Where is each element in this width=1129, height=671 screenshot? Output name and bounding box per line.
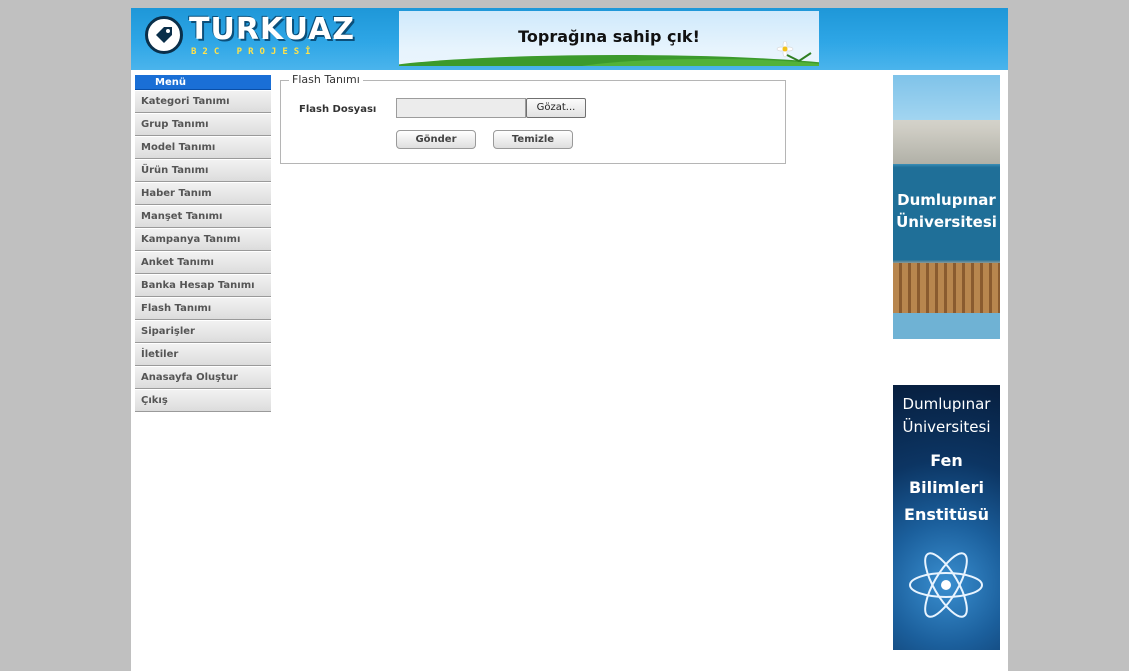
menu-item-anasayfa[interactable]: Anasayfa Oluştur <box>135 366 271 389</box>
menu-item-urun[interactable]: Ürün Tanımı <box>135 159 271 182</box>
menu-item-grup[interactable]: Grup Tanımı <box>135 113 271 136</box>
form-legend: Flash Tanımı <box>289 73 363 86</box>
site-logo[interactable]: TURKUAZ B2C PROJESİ <box>145 12 354 64</box>
institute-ad-line-2: Üniversitesi <box>902 418 991 436</box>
menu-item-banka-hesap[interactable]: Banka Hesap Tanımı <box>135 274 271 297</box>
logo-title: TURKUAZ <box>189 12 356 47</box>
university-ad-banner[interactable]: Dumlupınar Üniversitesi <box>893 75 1000 339</box>
logo-subtitle: B2C PROJESİ <box>191 47 317 57</box>
institute-ad-line-1: Dumlupınar <box>902 395 991 413</box>
campus-photo-top <box>893 120 1000 164</box>
campus-pool <box>893 313 1000 339</box>
institute-ad-banner[interactable]: Dumlupınar Üniversitesi Fen Bilimleri En… <box>893 385 1000 650</box>
menu-item-model[interactable]: Model Tanımı <box>135 136 271 159</box>
flash-form: Flash Tanımı Flash Dosyası Gözat... Gönd… <box>280 73 786 164</box>
university-ad-line-2: Üniversitesi <box>896 213 997 231</box>
admin-menu: Menü Kategori Tanımı Grup Tanımı Model T… <box>135 75 271 412</box>
campus-photo-bottom <box>893 263 1000 313</box>
flash-file-input[interactable] <box>396 98 526 118</box>
banner-slogan: Toprağına sahip çık! <box>518 27 700 46</box>
institute-ad-line-5: Enstitüsü <box>904 505 989 524</box>
logo-tag-icon <box>145 16 183 54</box>
daisy-icon <box>776 41 812 63</box>
clear-button[interactable]: Temizle <box>493 130 573 149</box>
menu-title: Menü <box>135 75 271 90</box>
institute-ad-university: Dumlupınar Üniversitesi <box>893 393 1000 439</box>
atom-icon <box>909 552 983 618</box>
header-banner: Toprağına sahip çık! <box>399 11 819 66</box>
menu-item-kategori[interactable]: Kategori Tanımı <box>135 90 271 113</box>
menu-item-flash[interactable]: Flash Tanımı <box>135 297 271 320</box>
page-container: TURKUAZ B2C PROJESİ Toprağına sahip çık!… <box>131 8 1008 671</box>
menu-item-kampanya[interactable]: Kampanya Tanımı <box>135 228 271 251</box>
menu-item-siparisler[interactable]: Siparişler <box>135 320 271 343</box>
menu-item-manset[interactable]: Manşet Tanımı <box>135 205 271 228</box>
university-ad-line-1: Dumlupınar <box>897 191 996 209</box>
institute-ad-name: Fen Bilimleri Enstitüsü <box>893 447 1000 528</box>
menu-item-haber[interactable]: Haber Tanım <box>135 182 271 205</box>
menu-item-cikis[interactable]: Çıkış <box>135 389 271 412</box>
submit-button[interactable]: Gönder <box>396 130 476 149</box>
menu-item-iletiler[interactable]: İletiler <box>135 343 271 366</box>
flash-file-label: Flash Dosyası <box>299 104 377 115</box>
university-ad-text: Dumlupınar Üniversitesi <box>893 189 1000 233</box>
menu-item-anket[interactable]: Anket Tanımı <box>135 251 271 274</box>
institute-ad-line-4: Bilimleri <box>908 478 985 497</box>
browse-button[interactable]: Gözat... <box>526 98 586 118</box>
institute-ad-line-3: Fen <box>930 451 963 470</box>
site-header: TURKUAZ B2C PROJESİ Toprağına sahip çık! <box>131 8 1008 70</box>
